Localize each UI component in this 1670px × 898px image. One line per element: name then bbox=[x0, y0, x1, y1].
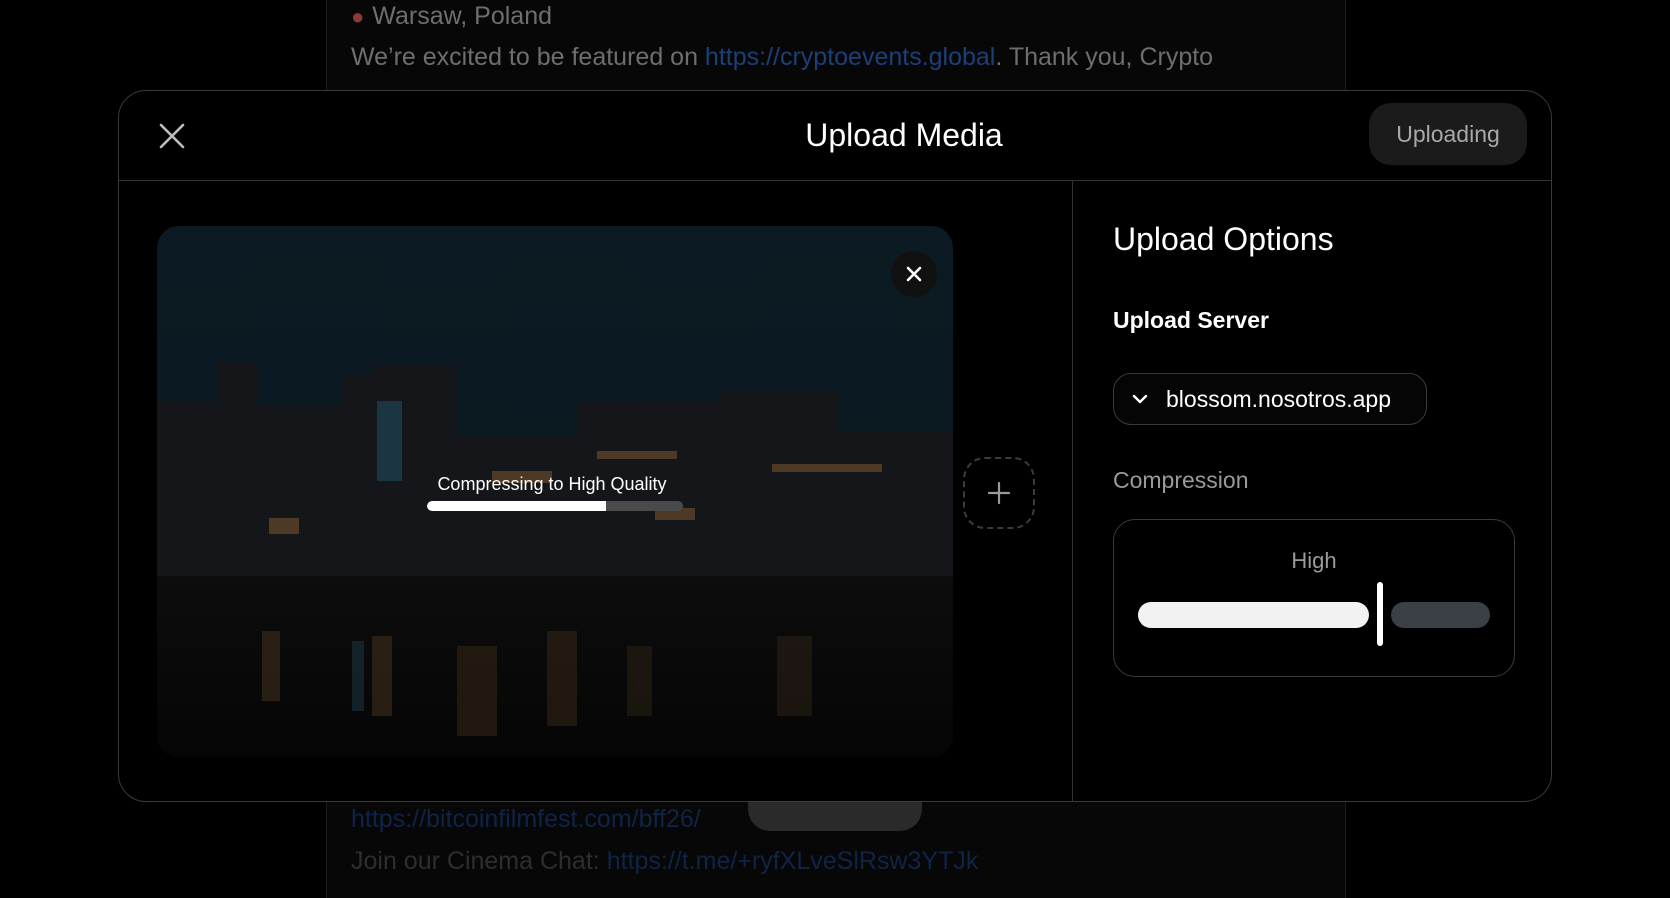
chevron-down-icon bbox=[1132, 394, 1148, 404]
upload-media-modal: Upload Media Uploading Compressing to Hi… bbox=[118, 90, 1552, 802]
compression-label: Compression bbox=[1113, 467, 1249, 493]
close-icon bbox=[906, 266, 922, 282]
compression-control: High bbox=[1113, 519, 1515, 677]
feed-link-line: https://bitcoinfilmfest.com/bff26/ bbox=[351, 805, 701, 834]
slider-track bbox=[1391, 602, 1490, 628]
panel-divider bbox=[1072, 181, 1073, 801]
location-pin-icon: ● bbox=[351, 4, 365, 29]
remove-media-button[interactable] bbox=[891, 251, 937, 297]
compression-slider[interactable] bbox=[1138, 582, 1490, 646]
add-media-button[interactable] bbox=[963, 457, 1035, 529]
slider-thumb[interactable] bbox=[1377, 582, 1383, 646]
sheet-handle bbox=[748, 801, 922, 831]
feed-text-line: We’re excited to be featured on https://… bbox=[351, 43, 1214, 71]
compression-progress-bar bbox=[427, 501, 683, 511]
uploading-button[interactable]: Uploading bbox=[1369, 103, 1527, 165]
upload-options-title: Upload Options bbox=[1113, 221, 1334, 257]
compression-progress-label: Compressing to High Quality bbox=[437, 474, 667, 494]
upload-server-value: blossom.nosotros.app bbox=[1166, 385, 1392, 412]
upload-server-label: Upload Server bbox=[1113, 307, 1269, 333]
modal-title: Upload Media bbox=[805, 117, 1003, 153]
feed-link-telegram[interactable]: https://t.me/+ryfXLveSlRsw3YTJk bbox=[607, 847, 979, 875]
plus-icon bbox=[987, 481, 1011, 505]
compression-value: High bbox=[1291, 548, 1337, 573]
modal-header: Upload Media Uploading bbox=[119, 91, 1551, 181]
compression-progress-fill bbox=[427, 501, 607, 511]
feed-location: ● Warsaw, Poland bbox=[351, 2, 553, 30]
feed-link-cryptoevents[interactable]: https://cryptoevents.global bbox=[705, 43, 995, 71]
feed-link-bitcoinfilmfest[interactable]: https://bitcoinfilmfest.com/bff26/ bbox=[351, 805, 701, 833]
upload-server-select[interactable]: blossom.nosotros.app bbox=[1113, 373, 1427, 425]
slider-fill bbox=[1138, 602, 1369, 628]
feed-cinema-chat: Join our Cinema Chat: https://t.me/+ryfX… bbox=[351, 847, 979, 875]
media-preview: Compressing to High Quality bbox=[157, 226, 953, 757]
